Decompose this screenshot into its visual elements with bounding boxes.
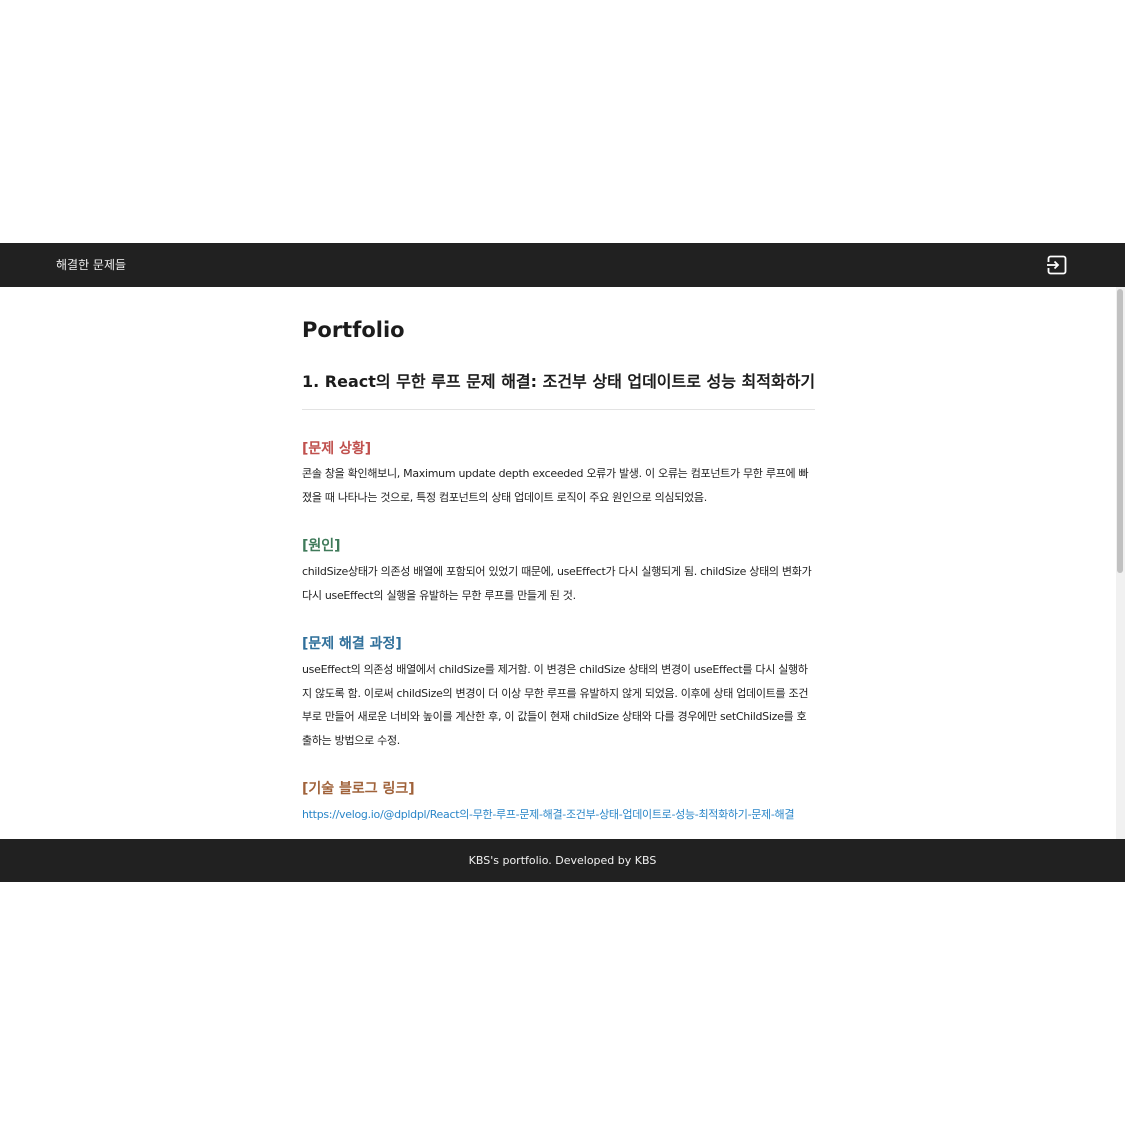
section-body-problem: 콘솔 창을 확인해보니, Maximum update depth exceed… — [302, 467, 809, 504]
section-heading-cause: [원인] — [302, 538, 341, 554]
content-area[interactable]: Portfolio 1. React의 무한 루프 문제 해결: 조건부 상태 … — [0, 287, 1116, 839]
logout-button[interactable] — [1045, 254, 1068, 276]
footer: KBS's portfolio. Developed by KBS — [0, 839, 1125, 882]
page-title: Portfolio — [302, 318, 405, 342]
scrollbar-thumb[interactable] — [1117, 289, 1123, 573]
logout-icon — [1045, 255, 1067, 275]
section-body-cause: childSize상태가 의존성 배열에 포함되어 있었기 때문에, useEf… — [302, 565, 812, 602]
divider — [302, 409, 815, 410]
blog-link[interactable]: https://velog.io/@dpldpl/React의-무한-루프-문제… — [302, 803, 815, 827]
nav-title: 해결한 문제들 — [56, 258, 127, 272]
section-heading-solution: [문제 해결 과정] — [302, 636, 402, 652]
section-body-solution: useEffect의 의존성 배열에서 childSize를 제거함. 이 변경… — [302, 663, 809, 747]
app-window: 해결한 문제들 Portfolio 1. React의 무한 루프 문제 해결:… — [0, 243, 1125, 882]
section-heading-problem: [문제 상황] — [302, 441, 372, 457]
vertical-scrollbar[interactable] — [1116, 287, 1125, 839]
problem-title: 1. React의 무한 루프 문제 해결: 조건부 상태 업데이트로 성능 최… — [302, 372, 816, 391]
footer-text: KBS's portfolio. Developed by KBS — [468, 854, 657, 867]
top-navigation-bar: 해결한 문제들 — [0, 243, 1125, 287]
section-heading-blog: [기술 블로그 링크] — [302, 781, 415, 797]
